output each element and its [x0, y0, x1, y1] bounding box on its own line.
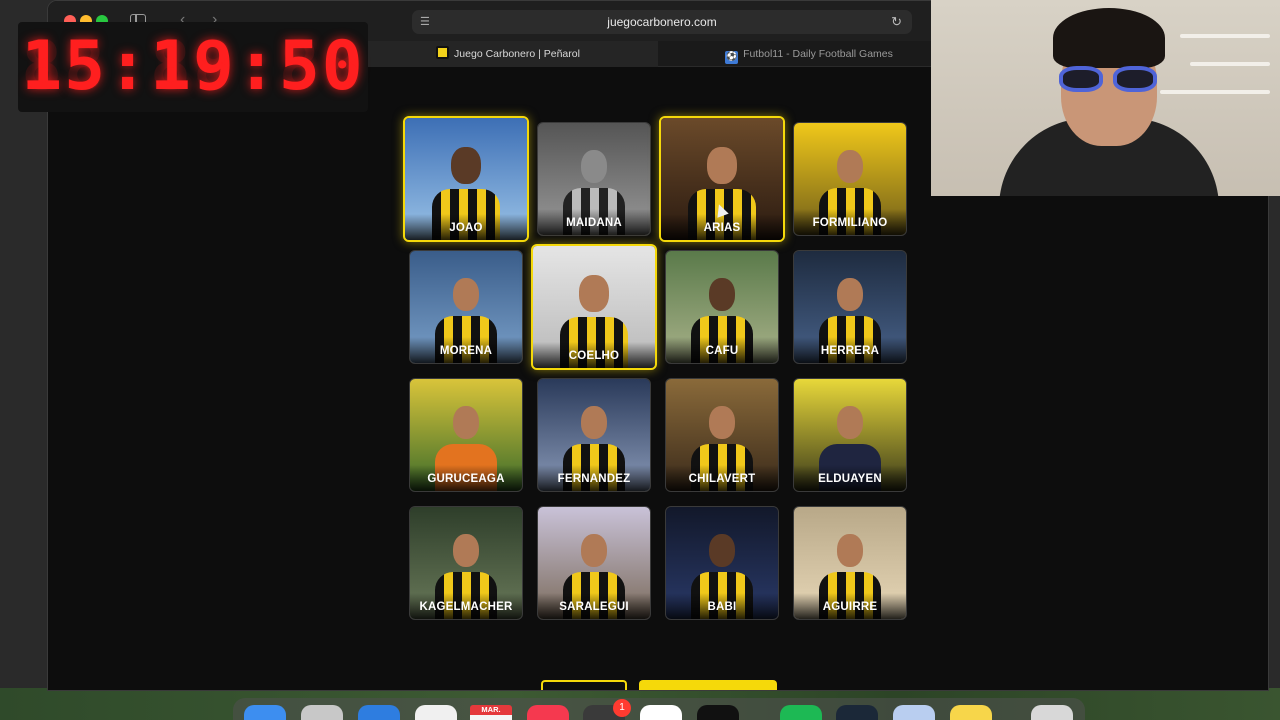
player-card[interactable]: KAGELMACHER	[409, 506, 523, 620]
player-card[interactable]: MORENA	[409, 250, 523, 364]
player-card[interactable]: GURUCEAGA	[409, 378, 523, 492]
shelf	[1160, 90, 1270, 94]
sunglasses-icon	[1059, 66, 1159, 92]
player-name: HERRERA	[794, 337, 906, 363]
player-name: SARALEGUI	[538, 593, 650, 619]
player-name: ELDUAYEN	[794, 465, 906, 491]
safari-icon[interactable]	[358, 705, 400, 720]
player-head	[836, 533, 864, 568]
player-card[interactable]: MAIDANA	[537, 122, 651, 236]
player-name: FERNANDEZ	[538, 465, 650, 491]
player-name: FORMILIANO	[794, 209, 906, 235]
tab-label: Juego Carbonero | Peñarol	[454, 48, 580, 60]
x-icon[interactable]	[697, 705, 739, 720]
primary-action-button[interactable]	[639, 680, 777, 690]
player-card[interactable]: JOAO	[403, 116, 529, 242]
notification-badge: 1	[613, 699, 631, 717]
tab-futbol11[interactable]: ⚽ Futbol11 - Daily Football Games	[659, 41, 959, 67]
calendar-month-label: MAR.	[470, 705, 512, 715]
player-card[interactable]: CHILAVERT	[665, 378, 779, 492]
player-name: JOAO	[405, 214, 527, 240]
spotify-icon[interactable]	[780, 705, 822, 720]
player-head	[708, 405, 736, 440]
lens	[1113, 66, 1157, 92]
player-name: CAFU	[666, 337, 778, 363]
player-card[interactable]: FERNANDEZ	[537, 378, 651, 492]
launchpad-icon[interactable]	[301, 705, 343, 720]
page-menu-icon[interactable]: ☰	[420, 10, 430, 34]
player-card[interactable]: HERRERA	[793, 250, 907, 364]
lens	[1059, 66, 1103, 92]
player-head	[708, 277, 736, 312]
player-card[interactable]: ARIAS	[659, 116, 785, 242]
secondary-action-button[interactable]	[541, 680, 627, 690]
futbol11-favicon-icon: ⚽	[725, 51, 739, 64]
player-card[interactable]: CAFU	[665, 250, 779, 364]
player-name: MAIDANA	[538, 209, 650, 235]
player-name: GURUCEAGA	[410, 465, 522, 491]
player-card[interactable]: AGUIRRE	[793, 506, 907, 620]
steam-icon[interactable]	[836, 705, 878, 720]
reload-icon[interactable]: ↻	[891, 10, 902, 34]
player-head	[836, 277, 864, 312]
player-name: AGUIRRE	[794, 593, 906, 619]
url-text: juegocarbonero.com	[607, 15, 717, 29]
player-head	[579, 275, 609, 312]
player-name: CHILAVERT	[666, 465, 778, 491]
player-card[interactable]: COELHO	[531, 244, 657, 370]
tab-label: Futbol11 - Daily Football Games	[743, 48, 893, 60]
timer-ghost-segments: 88:88:88	[21, 27, 365, 106]
music-icon[interactable]	[527, 705, 569, 720]
streamer-hair	[1053, 8, 1165, 68]
webcam-overlay	[931, 0, 1280, 196]
penarol-favicon-icon	[436, 46, 450, 59]
player-card[interactable]: SARALEGUI	[537, 506, 651, 620]
player-head	[836, 405, 864, 440]
player-head	[580, 149, 608, 184]
player-head	[452, 277, 480, 312]
player-head	[708, 533, 736, 568]
preview-icon[interactable]	[893, 705, 935, 720]
player-head	[836, 149, 864, 184]
player-head	[580, 533, 608, 568]
player-head	[580, 405, 608, 440]
notes-icon[interactable]	[950, 705, 992, 720]
player-name: KAGELMACHER	[410, 593, 522, 619]
trash-icon[interactable]	[1031, 705, 1073, 720]
finder-icon[interactable]	[244, 705, 286, 720]
player-head	[452, 533, 480, 568]
player-name: BABI	[666, 593, 778, 619]
player-head	[451, 147, 481, 184]
shelf	[1180, 34, 1270, 38]
player-head	[707, 147, 737, 184]
player-name: MORENA	[410, 337, 522, 363]
countdown-timer: 88:88:88 15:19:50	[18, 22, 368, 112]
player-card[interactable]: ELDUAYEN	[793, 378, 907, 492]
address-bar[interactable]: ☰ juegocarbonero.com ↻	[412, 10, 912, 34]
tab-juego-carbonero[interactable]: Juego Carbonero | Peñarol	[358, 41, 658, 67]
photos-icon[interactable]	[415, 705, 457, 720]
player-name: COELHO	[533, 342, 655, 368]
player-head	[452, 405, 480, 440]
shelf	[1190, 62, 1270, 66]
player-card[interactable]: BABI	[665, 506, 779, 620]
slack-icon[interactable]	[640, 705, 682, 720]
player-name: ARIAS	[661, 214, 783, 240]
player-card[interactable]: FORMILIANO	[793, 122, 907, 236]
